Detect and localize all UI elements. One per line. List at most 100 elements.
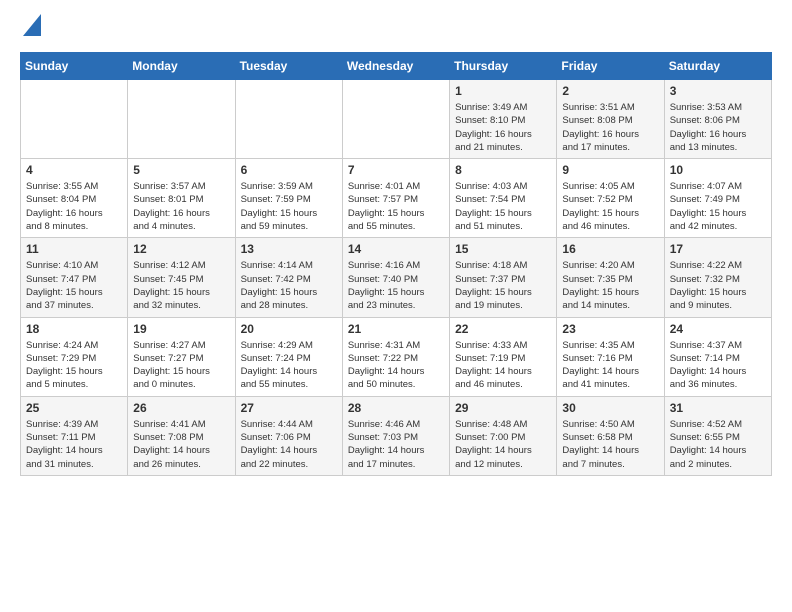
calendar-cell: 8Sunrise: 4:03 AM Sunset: 7:54 PM Daylig… <box>450 159 557 238</box>
day-number: 6 <box>241 163 337 177</box>
day-info: Sunrise: 4:12 AM Sunset: 7:45 PM Dayligh… <box>133 259 229 312</box>
day-info: Sunrise: 4:14 AM Sunset: 7:42 PM Dayligh… <box>241 259 337 312</box>
day-info: Sunrise: 4:29 AM Sunset: 7:24 PM Dayligh… <box>241 339 337 392</box>
day-number: 3 <box>670 84 766 98</box>
calendar-cell: 16Sunrise: 4:20 AM Sunset: 7:35 PM Dayli… <box>557 238 664 317</box>
day-number: 31 <box>670 401 766 415</box>
day-number: 24 <box>670 322 766 336</box>
day-number: 8 <box>455 163 551 177</box>
day-number: 25 <box>26 401 122 415</box>
day-info: Sunrise: 4:37 AM Sunset: 7:14 PM Dayligh… <box>670 339 766 392</box>
day-number: 12 <box>133 242 229 256</box>
day-info: Sunrise: 4:18 AM Sunset: 7:37 PM Dayligh… <box>455 259 551 312</box>
page-header <box>20 20 772 42</box>
weekday-header-row: SundayMondayTuesdayWednesdayThursdayFrid… <box>21 53 772 80</box>
calendar-cell: 27 Sunrise: 4:44 AM Sunset: 7:06 PM Dayli… <box>235 396 342 475</box>
day-number: 15 <box>455 242 551 256</box>
day-number: 20 <box>241 322 337 336</box>
calendar-cell: 25Sunrise: 4:39 AM Sunset: 7:11 PM Dayli… <box>21 396 128 475</box>
day-number: 18 <box>26 322 122 336</box>
weekday-header-friday: Friday <box>557 53 664 80</box>
logo <box>20 20 41 42</box>
day-number: 19 <box>133 322 229 336</box>
day-number: 17 <box>670 242 766 256</box>
day-info: Sunrise: 4:20 AM Sunset: 7:35 PM Dayligh… <box>562 259 658 312</box>
day-info: Sunrise: 4:27 AM Sunset: 7:27 PM Dayligh… <box>133 339 229 392</box>
day-number: 7 <box>348 163 444 177</box>
day-info: Sunrise: 4:48 AM Sunset: 7:00 PM Dayligh… <box>455 418 551 471</box>
calendar-cell: 11 Sunrise: 4:10 AM Sunset: 7:47 PM Dayli… <box>21 238 128 317</box>
calendar-cell: 12 Sunrise: 4:12 AM Sunset: 7:45 PM Dayli… <box>128 238 235 317</box>
day-number: 26 <box>133 401 229 415</box>
day-info: Sunrise: 3:55 AM Sunset: 8:04 PM Dayligh… <box>26 180 122 233</box>
day-number: 28 <box>348 401 444 415</box>
day-number: 9 <box>562 163 658 177</box>
weekday-header-thursday: Thursday <box>450 53 557 80</box>
calendar-cell: 13 Sunrise: 4:14 AM Sunset: 7:42 PM Dayli… <box>235 238 342 317</box>
calendar-cell: 24 Sunrise: 4:37 AM Sunset: 7:14 PM Dayli… <box>664 317 771 396</box>
calendar-cell: 7 Sunrise: 4:01 AM Sunset: 7:57 PM Daylig… <box>342 159 449 238</box>
calendar-cell: 19 Sunrise: 4:27 AM Sunset: 7:27 PM Dayli… <box>128 317 235 396</box>
calendar-cell: 9 Sunrise: 4:05 AM Sunset: 7:52 PM Daylig… <box>557 159 664 238</box>
day-number: 11 <box>26 242 122 256</box>
day-number: 4 <box>26 163 122 177</box>
calendar-cell: 5 Sunrise: 3:57 AM Sunset: 8:01 PM Daylig… <box>128 159 235 238</box>
calendar-cell: 23 Sunrise: 4:35 AM Sunset: 7:16 PM Dayli… <box>557 317 664 396</box>
day-number: 22 <box>455 322 551 336</box>
calendar-cell: 20 Sunrise: 4:29 AM Sunset: 7:24 PM Dayli… <box>235 317 342 396</box>
day-number: 14 <box>348 242 444 256</box>
day-info: Sunrise: 3:51 AM Sunset: 8:08 PM Dayligh… <box>562 101 658 154</box>
weekday-header-tuesday: Tuesday <box>235 53 342 80</box>
calendar-week-5: 25Sunrise: 4:39 AM Sunset: 7:11 PM Dayli… <box>21 396 772 475</box>
day-info: Sunrise: 4:22 AM Sunset: 7:32 PM Dayligh… <box>670 259 766 312</box>
day-info: Sunrise: 4:52 AM Sunset: 6:55 PM Dayligh… <box>670 418 766 471</box>
day-info: Sunrise: 4:44 AM Sunset: 7:06 PM Dayligh… <box>241 418 337 471</box>
calendar-cell <box>128 80 235 159</box>
calendar-cell: 30Sunrise: 4:50 AM Sunset: 6:58 PM Dayli… <box>557 396 664 475</box>
day-info: Sunrise: 4:46 AM Sunset: 7:03 PM Dayligh… <box>348 418 444 471</box>
calendar-week-3: 11 Sunrise: 4:10 AM Sunset: 7:47 PM Dayli… <box>21 238 772 317</box>
calendar-cell: 10 Sunrise: 4:07 AM Sunset: 7:49 PM Dayli… <box>664 159 771 238</box>
calendar-cell: 18 Sunrise: 4:24 AM Sunset: 7:29 PM Dayli… <box>21 317 128 396</box>
day-number: 30 <box>562 401 658 415</box>
day-info: Sunrise: 4:10 AM Sunset: 7:47 PM Dayligh… <box>26 259 122 312</box>
calendar-cell: 15 Sunrise: 4:18 AM Sunset: 7:37 PM Dayli… <box>450 238 557 317</box>
day-info: Sunrise: 3:49 AM Sunset: 8:10 PM Dayligh… <box>455 101 551 154</box>
day-info: Sunrise: 4:41 AM Sunset: 7:08 PM Dayligh… <box>133 418 229 471</box>
calendar-week-1: 1Sunrise: 3:49 AM Sunset: 8:10 PM Daylig… <box>21 80 772 159</box>
calendar-cell <box>21 80 128 159</box>
day-info: Sunrise: 4:05 AM Sunset: 7:52 PM Dayligh… <box>562 180 658 233</box>
day-info: Sunrise: 4:24 AM Sunset: 7:29 PM Dayligh… <box>26 339 122 392</box>
calendar-cell: 1Sunrise: 3:49 AM Sunset: 8:10 PM Daylig… <box>450 80 557 159</box>
calendar-cell: 2 Sunrise: 3:51 AM Sunset: 8:08 PM Daylig… <box>557 80 664 159</box>
calendar-cell: 21Sunrise: 4:31 AM Sunset: 7:22 PM Dayli… <box>342 317 449 396</box>
day-number: 21 <box>348 322 444 336</box>
calendar-cell: 17 Sunrise: 4:22 AM Sunset: 7:32 PM Dayli… <box>664 238 771 317</box>
weekday-header-sunday: Sunday <box>21 53 128 80</box>
calendar-cell: 22Sunrise: 4:33 AM Sunset: 7:19 PM Dayli… <box>450 317 557 396</box>
day-number: 23 <box>562 322 658 336</box>
day-info: Sunrise: 3:59 AM Sunset: 7:59 PM Dayligh… <box>241 180 337 233</box>
day-info: Sunrise: 4:16 AM Sunset: 7:40 PM Dayligh… <box>348 259 444 312</box>
weekday-header-monday: Monday <box>128 53 235 80</box>
weekday-header-saturday: Saturday <box>664 53 771 80</box>
day-number: 27 <box>241 401 337 415</box>
day-number: 10 <box>670 163 766 177</box>
calendar-cell: 3 Sunrise: 3:53 AM Sunset: 8:06 PM Daylig… <box>664 80 771 159</box>
day-number: 2 <box>562 84 658 98</box>
day-info: Sunrise: 4:01 AM Sunset: 7:57 PM Dayligh… <box>348 180 444 233</box>
day-number: 5 <box>133 163 229 177</box>
day-info: Sunrise: 3:57 AM Sunset: 8:01 PM Dayligh… <box>133 180 229 233</box>
day-info: Sunrise: 3:53 AM Sunset: 8:06 PM Dayligh… <box>670 101 766 154</box>
calendar-cell: 28 Sunrise: 4:46 AM Sunset: 7:03 PM Dayli… <box>342 396 449 475</box>
calendar-cell: 4 Sunrise: 3:55 AM Sunset: 8:04 PM Daylig… <box>21 159 128 238</box>
day-number: 13 <box>241 242 337 256</box>
calendar-cell: 6 Sunrise: 3:59 AM Sunset: 7:59 PM Daylig… <box>235 159 342 238</box>
day-info: Sunrise: 4:35 AM Sunset: 7:16 PM Dayligh… <box>562 339 658 392</box>
calendar-cell <box>342 80 449 159</box>
weekday-header-wednesday: Wednesday <box>342 53 449 80</box>
calendar-week-4: 18 Sunrise: 4:24 AM Sunset: 7:29 PM Dayli… <box>21 317 772 396</box>
calendar-cell: 26 Sunrise: 4:41 AM Sunset: 7:08 PM Dayli… <box>128 396 235 475</box>
day-info: Sunrise: 4:07 AM Sunset: 7:49 PM Dayligh… <box>670 180 766 233</box>
calendar-cell: 31 Sunrise: 4:52 AM Sunset: 6:55 PM Dayli… <box>664 396 771 475</box>
